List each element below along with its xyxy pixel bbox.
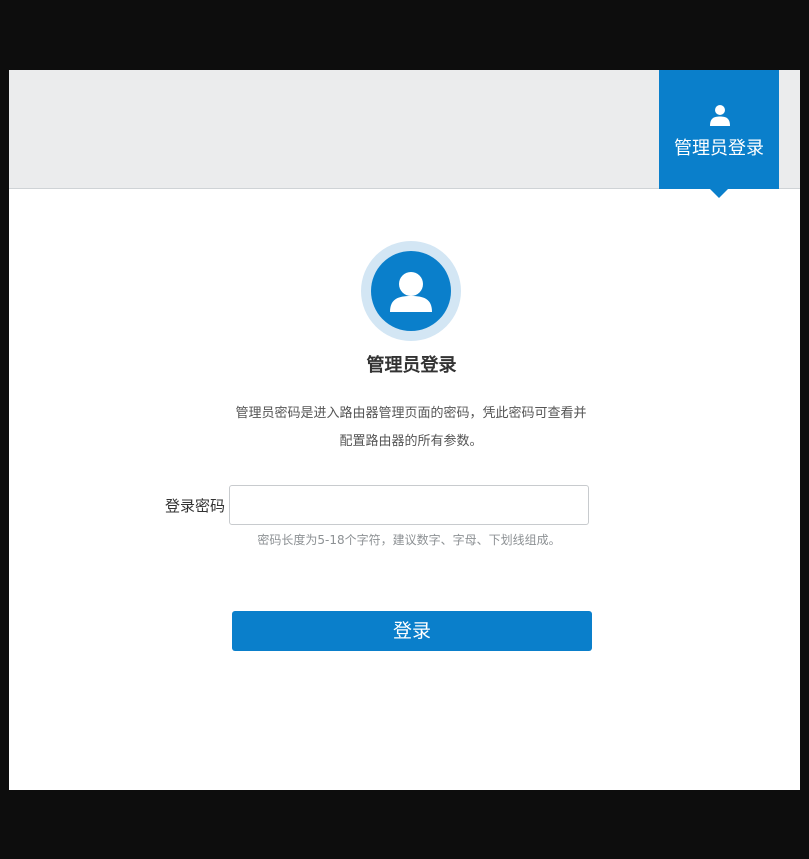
- active-tab-pointer: [709, 188, 729, 198]
- user-icon: [710, 105, 730, 126]
- page-title: 管理员登录: [366, 355, 457, 376]
- login-button[interactable]: 登录: [232, 611, 592, 651]
- top-header-bar: 管理员登录: [9, 70, 800, 198]
- router-admin-window: 管理员登录 管理员登录 管理员密码是进入路由器管理页面的密码，凭此密码可查看并配…: [9, 70, 800, 790]
- login-description: 管理员密码是进入路由器管理页面的密码，凭此密码可查看并配置路由器的所有参数。: [235, 406, 587, 449]
- password-input[interactable]: [229, 485, 589, 525]
- user-avatar-icon: [390, 272, 432, 312]
- admin-tab-label: 管理员登录: [674, 138, 764, 159]
- admin-login-tab[interactable]: 管理员登录: [659, 70, 779, 198]
- avatar-ring: [361, 241, 461, 341]
- avatar: [371, 251, 451, 331]
- password-hint: 密码长度为5-18个字符，建议数字、字母、下划线组成。: [257, 533, 561, 547]
- password-label: 登录密码: [164, 497, 225, 515]
